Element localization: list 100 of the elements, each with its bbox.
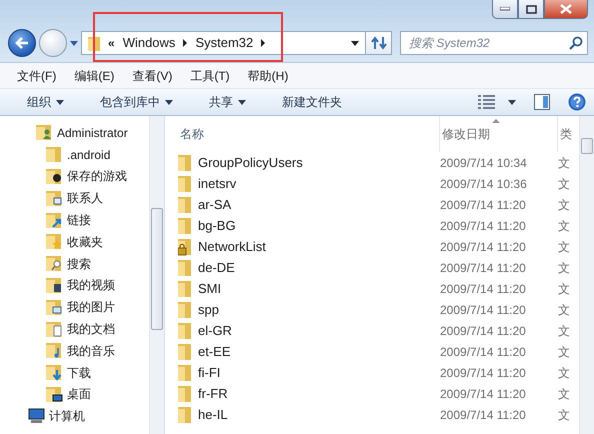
address-bar[interactable]: « Windows System32 xyxy=(81,31,366,55)
column-header[interactable]: 修改日期 xyxy=(442,119,500,143)
sort-arrow-icon xyxy=(492,119,500,123)
file-name[interactable]: SMI xyxy=(198,278,222,298)
history-dropdown-icon[interactable] xyxy=(70,40,78,46)
date-cell-text: 2009/7/14 11:20 xyxy=(440,344,527,360)
arrow-icon xyxy=(183,39,188,47)
tree-item[interactable]: 收藏夹 xyxy=(67,232,103,251)
tree-item[interactable]: 保存的游戏 xyxy=(67,167,127,186)
menu-item[interactable]: 帮助(H) xyxy=(240,64,296,86)
type-cell-text: 文 xyxy=(558,218,571,234)
minimize-button[interactable] xyxy=(492,0,518,19)
tree-item[interactable]: 下载 xyxy=(67,364,91,382)
type-cell-text: 文 xyxy=(558,302,571,318)
search-icon xyxy=(569,36,583,50)
type-cell-text: 文 xyxy=(558,322,571,340)
caret-icon[interactable] xyxy=(508,100,516,104)
type-cell-text: 文 xyxy=(558,344,571,360)
folder-icon xyxy=(46,386,63,403)
column-header[interactable]: 名称 xyxy=(180,119,214,143)
breadcrumb-segment[interactable]: System32 xyxy=(195,33,254,53)
type-cell-text: 文 xyxy=(558,280,571,298)
folder-icon xyxy=(46,298,63,316)
refresh-icon xyxy=(370,36,386,50)
overflow-chevron[interactable]: « xyxy=(108,34,115,52)
file-name[interactable]: NetworkList xyxy=(198,236,266,256)
close-button[interactable] xyxy=(544,0,588,19)
folder-icon xyxy=(46,320,63,338)
back-button[interactable] xyxy=(8,29,36,57)
column-header[interactable]: 类 xyxy=(560,119,582,143)
file-name[interactable]: bg-BG xyxy=(198,216,236,236)
type-cell-text: 文 xyxy=(558,406,571,424)
file-name[interactable]: fi-FI xyxy=(198,362,220,382)
date-cell-text: 2009/7/14 11:20 xyxy=(440,280,527,298)
toolbar-button[interactable]: 组织 xyxy=(18,91,73,113)
folder-icon xyxy=(46,276,63,294)
toolbar-button[interactable]: 新建文件夹 xyxy=(273,91,351,113)
file-name[interactable]: he-IL xyxy=(198,404,228,424)
tree-item[interactable]: 我的音乐 xyxy=(67,342,115,360)
tree-item[interactable]: 链接 xyxy=(67,211,91,230)
type-cell-text: 文 xyxy=(558,196,571,214)
date-cell-text: 2009/7/14 11:20 xyxy=(440,322,527,340)
back-arrow-icon xyxy=(15,37,29,49)
file-name[interactable]: et-EE xyxy=(198,342,231,362)
breadcrumb-segment[interactable]: Windows xyxy=(122,33,176,53)
file-name[interactable]: el-GR xyxy=(198,320,232,340)
folder-icon xyxy=(46,146,63,164)
menu-item[interactable]: 工具(T) xyxy=(183,64,237,86)
refresh-button[interactable] xyxy=(366,31,392,55)
folder-icon xyxy=(46,342,63,360)
tree-item[interactable]: 桌面 xyxy=(67,385,91,404)
computer-icon xyxy=(28,408,45,424)
menu-item[interactable]: 文件(F) xyxy=(10,64,64,86)
folder-icon xyxy=(46,233,63,250)
type-cell-text: 文 xyxy=(558,238,571,256)
tree-item[interactable]: 计算机 xyxy=(49,407,85,426)
view-options-icon[interactable] xyxy=(478,95,496,109)
date-cell-text: 2009/7/14 11:20 xyxy=(440,218,527,234)
preview-pane-icon[interactable] xyxy=(534,94,550,110)
file-name[interactable]: fr-FR xyxy=(198,384,228,404)
toolbar-button[interactable]: 包含到库中 xyxy=(91,91,182,113)
close-icon xyxy=(560,4,572,14)
tree-item[interactable]: 我的视频 xyxy=(67,276,115,294)
file-name[interactable]: de-DE xyxy=(198,258,235,278)
file-name[interactable]: GroupPolicyUsers xyxy=(198,152,303,172)
search-field[interactable]: 搜索 System32 xyxy=(400,31,588,55)
folder-icon xyxy=(46,168,63,185)
date-cell-text: 2009/7/14 10:34 xyxy=(440,154,528,172)
tree-item[interactable]: 联系人 xyxy=(67,189,103,208)
date-cell-text: 2009/7/14 11:20 xyxy=(440,260,527,276)
menu-item[interactable]: 编辑(E) xyxy=(67,64,122,86)
maximize-button[interactable] xyxy=(518,0,544,19)
type-cell-text: 文 xyxy=(558,260,571,276)
tree-item[interactable]: 我的文档 xyxy=(67,320,115,338)
caret-icon xyxy=(56,100,64,104)
toolbar-button[interactable]: 共享 xyxy=(200,91,255,113)
type-cell-text: 文 xyxy=(558,364,571,382)
date-cell-text: 2009/7/14 11:20 xyxy=(440,238,527,256)
tree-item[interactable]: 我的图片 xyxy=(67,298,115,316)
help-icon[interactable] xyxy=(568,93,586,111)
file-name[interactable]: spp xyxy=(198,300,219,320)
file-name[interactable]: inetsrv xyxy=(198,174,236,194)
maximize-icon xyxy=(526,4,536,14)
folder-icon xyxy=(46,190,63,207)
folder-icon xyxy=(36,124,53,142)
date-cell-text: 2009/7/14 11:20 xyxy=(440,364,527,382)
tree-item[interactable]: .android xyxy=(67,146,110,164)
scrollbar[interactable] xyxy=(579,116,594,434)
scrollbar[interactable] xyxy=(149,116,164,434)
date-cell-text: 2009/7/14 11:20 xyxy=(440,302,527,318)
type-cell-text: 文 xyxy=(558,386,571,402)
caret-icon xyxy=(165,100,173,104)
tree-item[interactable]: 搜索 xyxy=(67,254,91,273)
menu-item[interactable]: 查看(V) xyxy=(125,64,180,86)
file-name[interactable]: ar-SA xyxy=(198,194,232,214)
date-cell-text: 2009/7/14 11:20 xyxy=(440,196,527,214)
caret-icon xyxy=(238,100,246,104)
type-cell-text: 文 xyxy=(558,176,571,192)
tree-item[interactable]: Administrator xyxy=(57,124,128,142)
minimize-icon xyxy=(500,7,510,11)
